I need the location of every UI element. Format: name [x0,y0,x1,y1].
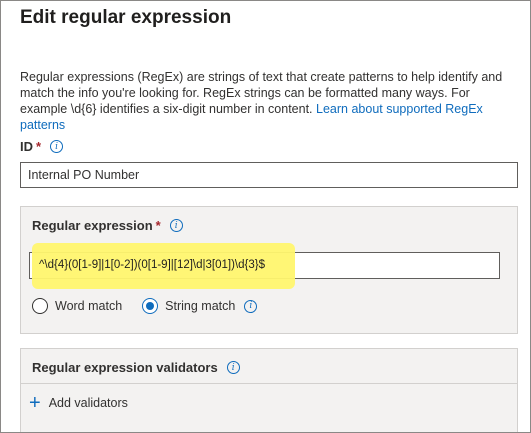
info-icon[interactable]: i [244,299,258,313]
add-validators-button[interactable]: + Add validators [29,392,128,414]
panel-title: Edit regular expression [20,7,232,28]
edit-regex-panel: Edit regular expression Regular expressi… [0,0,531,433]
radio-button-selected[interactable] [142,298,159,314]
id-input[interactable]: Internal PO Number [20,162,518,188]
plus-icon: + [29,392,41,414]
validators-section: Regular expression validators i + Add va… [20,348,518,432]
string-match-option[interactable]: String match i [142,298,258,314]
info-icon[interactable]: i [226,361,240,374]
word-match-option[interactable]: Word match [32,298,122,314]
divider [21,383,517,384]
description: Regular expressions (RegEx) are strings … [20,69,520,133]
word-match-label: Word match [55,299,123,313]
required-mark: * [155,218,161,233]
radio-dot [146,302,155,310]
info-icon[interactable]: i [169,219,183,232]
radio-button[interactable] [32,298,48,314]
regex-label-text: Regular expression [32,218,153,233]
required-mark: * [36,139,42,154]
regex-value[interactable]: ^\d{4}(0[1-9]|1[0-2])(0[1-9]|[12]\d|3[01… [39,259,265,271]
regex-section: Regular expression * i ^\d{4}(0[1-9]|1[0… [20,206,518,334]
match-type-group: Word match String match i [32,298,258,314]
add-validators-label: Add validators [48,396,128,410]
regex-label: Regular expression * i [32,218,183,233]
validators-label: Regular expression validators i [32,360,240,375]
info-icon[interactable]: i [50,140,64,153]
string-match-label: String match [165,299,236,313]
id-label-text: ID [20,139,33,154]
id-label: ID * i [20,139,64,154]
validators-label-text: Regular expression validators [32,360,218,375]
